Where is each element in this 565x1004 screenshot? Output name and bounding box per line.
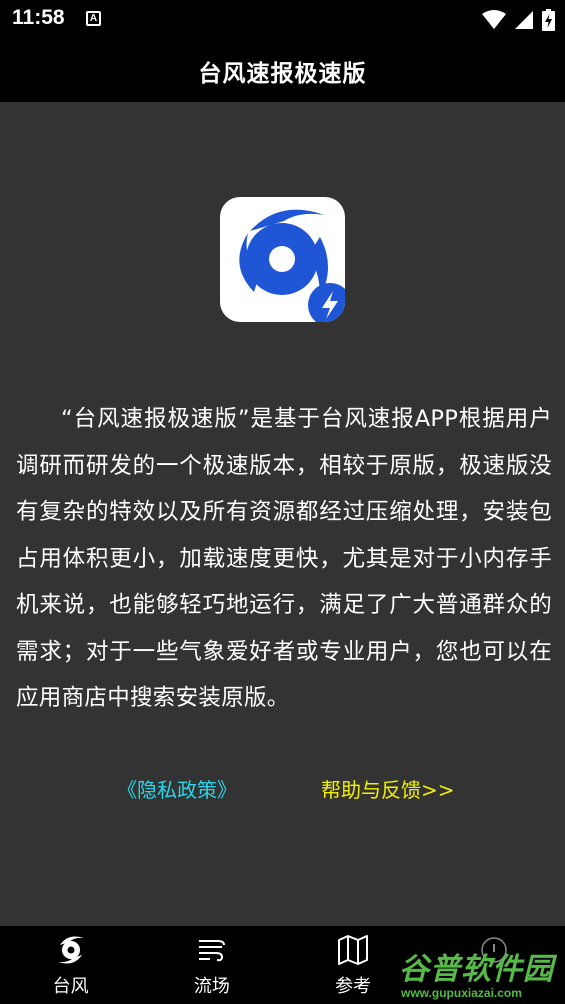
nav-item-typhoon[interactable]: 台风	[0, 926, 141, 1004]
page-title: 台风速报极速版	[198, 61, 367, 87]
help-feedback-link[interactable]: 帮助与反馈>>	[321, 774, 455, 803]
app-logo	[220, 197, 345, 322]
battery-charging-icon	[542, 9, 555, 31]
bottom-nav: 台风 流场 参考	[0, 926, 565, 1004]
nav-label: 流场	[193, 976, 230, 997]
info-icon	[476, 933, 512, 967]
privacy-policy-link[interactable]: 《隐私政策》	[117, 774, 237, 803]
signal-icon	[515, 11, 533, 29]
status-time: 11:58	[12, 6, 65, 29]
wifi-icon	[482, 10, 506, 29]
typhoon-bolt-logo-icon	[239, 209, 345, 322]
app-header: 台风速报极速版	[0, 40, 565, 102]
status-bar: 11:58 A	[0, 0, 565, 40]
nav-label: 台风	[52, 976, 89, 997]
status-icons	[482, 8, 555, 32]
nav-item-reference[interactable]: 参考	[283, 926, 424, 1004]
wind-flow-icon	[194, 933, 230, 967]
nav-item-flow[interactable]: 流场	[141, 926, 282, 1004]
nav-item-info[interactable]	[424, 926, 565, 1004]
nav-label: 参考	[335, 976, 372, 997]
typhoon-icon	[53, 933, 89, 967]
map-icon	[335, 933, 371, 967]
app-description: “台风速报极速版”是基于台风速报APP根据用户调研而研发的一个极速版本，相较于原…	[16, 406, 552, 711]
notification-badge-icon: A	[86, 11, 101, 26]
